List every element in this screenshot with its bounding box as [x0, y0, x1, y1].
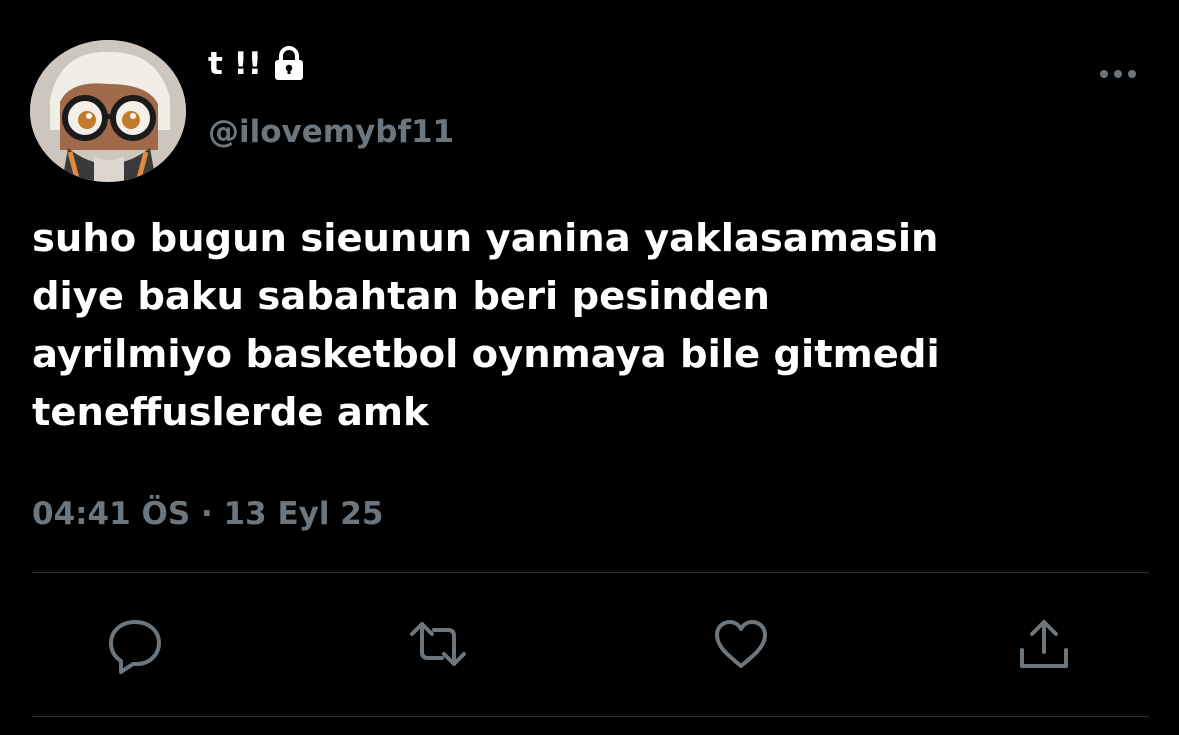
- divider: [32, 572, 1149, 573]
- reply-icon: [109, 620, 161, 674]
- display-name-row[interactable]: t !!: [208, 40, 306, 88]
- tweet-text-line: teneffuslerde amk: [32, 390, 429, 435]
- tweet-text-line: ayrilmiyo basketbol oynmaya bile gitmedi: [32, 332, 940, 377]
- display-name[interactable]: t !!: [208, 40, 262, 88]
- like-button[interactable]: [711, 614, 771, 674]
- divider: [32, 716, 1149, 717]
- tweet-timestamp[interactable]: 04:41 ÖS · 13 Eyl 25: [32, 490, 383, 538]
- more-options-button[interactable]: [1096, 62, 1140, 86]
- user-handle[interactable]: @ilovemybf11: [208, 108, 454, 156]
- reply-button[interactable]: [105, 614, 165, 674]
- tweet-text-line: suho bugun sieunun yanina yaklasamasin: [32, 216, 939, 261]
- share-button[interactable]: [1014, 614, 1074, 674]
- lock-icon: [272, 46, 306, 82]
- share-icon: [1020, 620, 1068, 668]
- heart-icon: [715, 620, 767, 668]
- more-horizontal-icon: [1100, 70, 1136, 78]
- avatar[interactable]: [30, 40, 186, 182]
- retweet-button[interactable]: [408, 614, 468, 674]
- tweet-text: suho bugun sieunun yanina yaklasamasin d…: [32, 210, 1162, 442]
- tweet-text-line: diye baku sabahtan beri pesinden: [32, 274, 770, 319]
- retweet-icon: [410, 622, 466, 666]
